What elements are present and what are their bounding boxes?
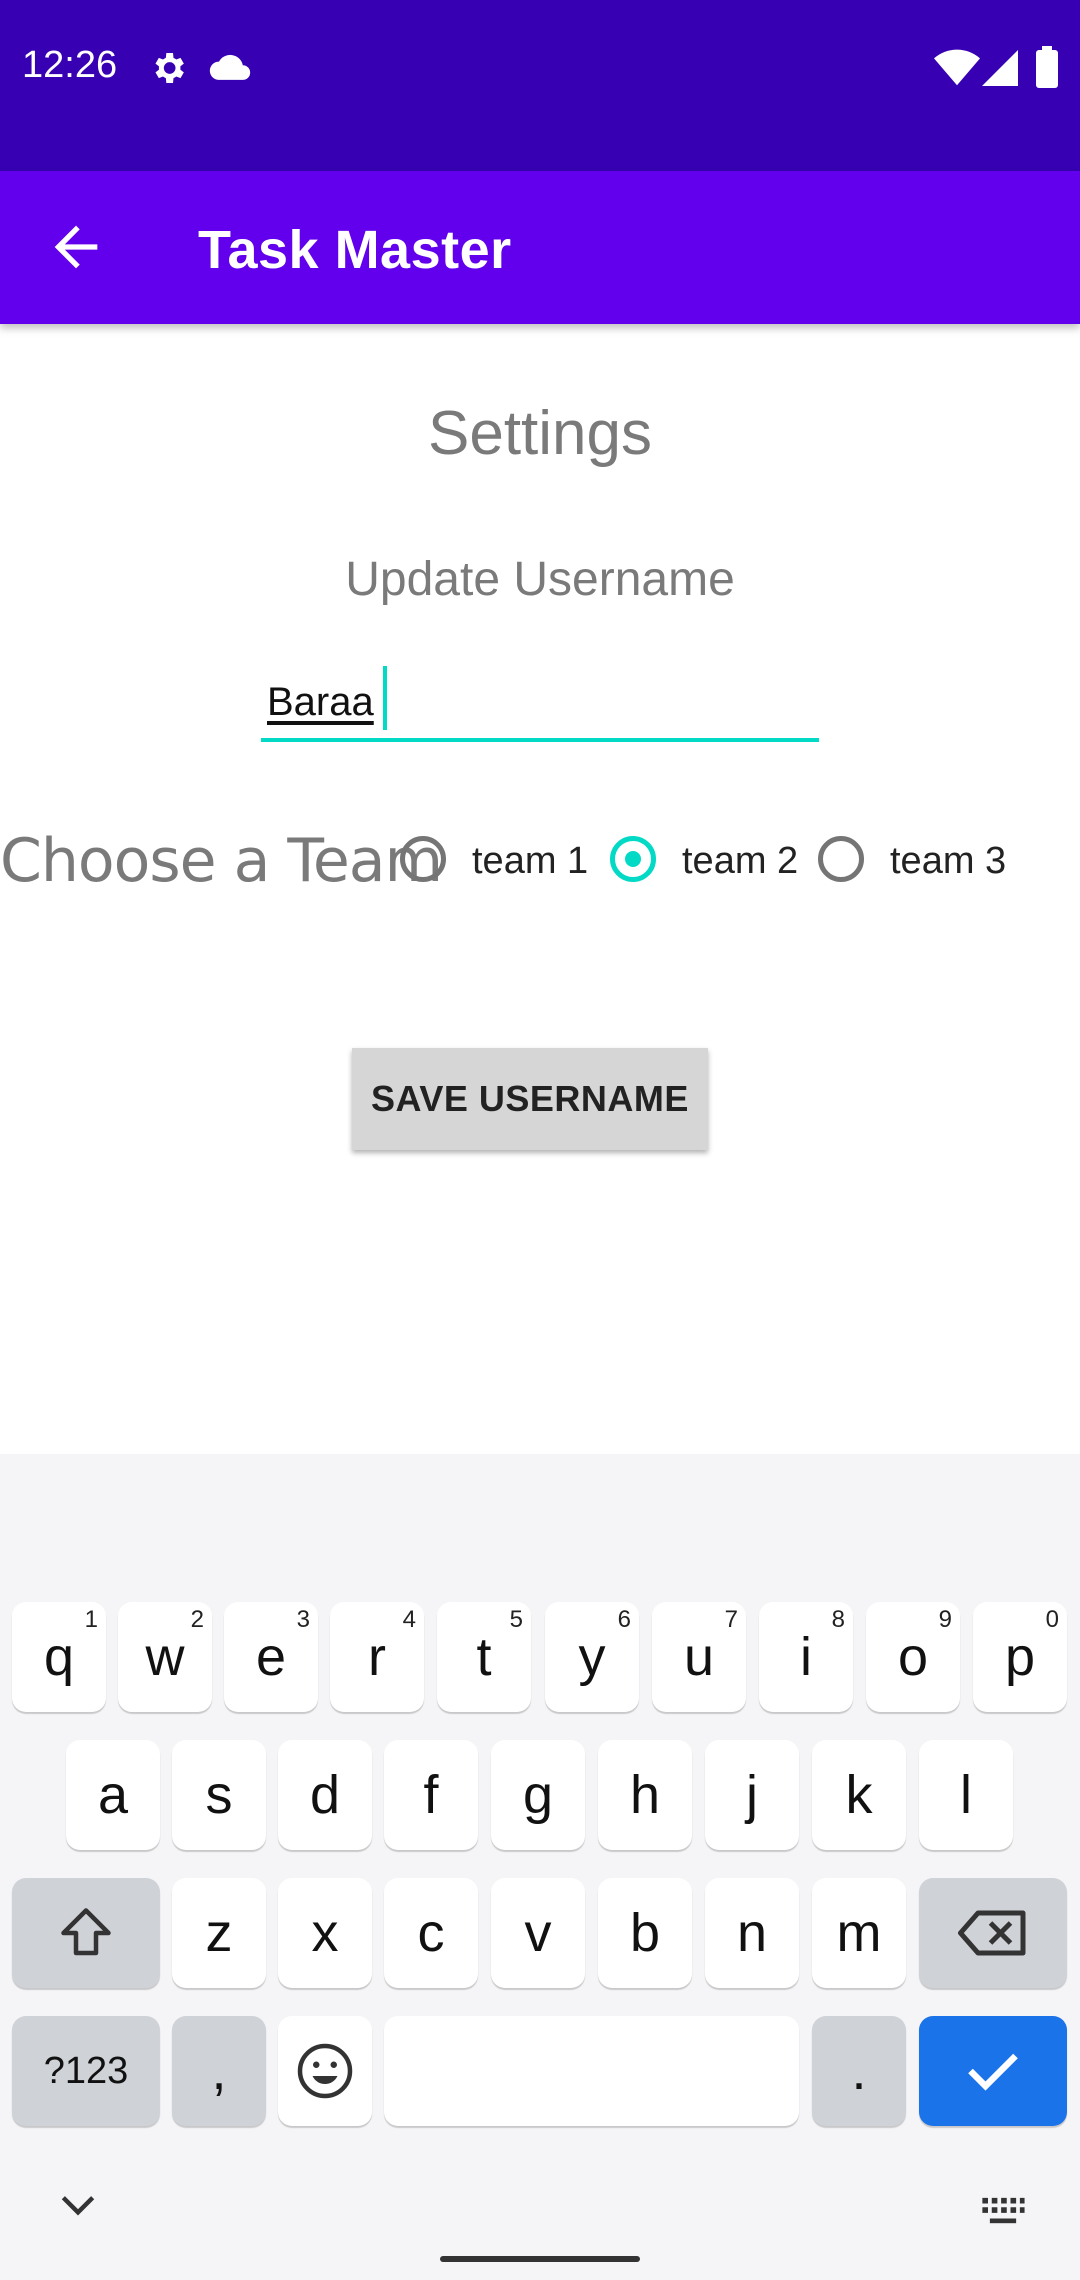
key-v[interactable]: v [491,1878,585,1988]
key-a[interactable]: a [66,1740,160,1850]
key-i[interactable]: i8 [759,1602,853,1712]
status-bar: 12:26 [0,0,1080,171]
key-d[interactable]: d [278,1740,372,1850]
symbols-key[interactable]: ?123 [12,2016,160,2126]
key-s[interactable]: s [172,1740,266,1850]
soft-keyboard [0,1454,1080,2280]
radio-label: team 2 [682,840,799,882]
space-key[interactable] [384,2016,799,2126]
check-icon [968,2053,1018,2091]
app-title: Task Master [198,220,512,280]
username-input[interactable]: Baraa [261,658,819,742]
backspace-key[interactable] [919,1878,1067,1988]
text-cursor [383,666,387,730]
save-username-button[interactable]: SAVE USERNAME [352,1048,708,1150]
signal-icon [982,50,1018,86]
cloud-icon [209,54,251,80]
key-z[interactable]: z [172,1878,266,1988]
key-y[interactable]: y6 [545,1602,639,1712]
key-h[interactable]: h [598,1740,692,1850]
key-f[interactable]: f [384,1740,478,1850]
key-g[interactable]: g [491,1740,585,1850]
shift-key[interactable] [12,1878,160,1988]
choose-team-label: Choose a Team [0,826,443,896]
comma-key[interactable]: , [172,2016,266,2126]
battery-icon [1036,46,1058,88]
key-k[interactable]: k [812,1740,906,1850]
key-o[interactable]: o9 [866,1602,960,1712]
enter-key[interactable] [919,2016,1067,2126]
wifi-icon [934,49,980,86]
page-title: Settings [427,399,653,468]
username-value: Baraa [267,680,374,724]
status-time: 12:26 [22,44,118,86]
team-radio-group: Choose a Team team 1 team 2 team 3 [0,808,1080,908]
key-t[interactable]: t5 [437,1602,531,1712]
emoji-icon [297,2043,353,2099]
arrow-back-icon[interactable] [44,215,108,279]
app-bar: Task Master [0,171,1080,324]
key-l[interactable]: l [919,1740,1013,1850]
key-m[interactable]: m [812,1878,906,1988]
radio-checked-icon [610,836,656,882]
emoji-key[interactable] [278,2016,372,2126]
key-b[interactable]: b [598,1878,692,1988]
key-p[interactable]: p0 [973,1602,1067,1712]
key-u[interactable]: u7 [652,1602,746,1712]
period-key[interactable]: . [812,2016,906,2126]
key-x[interactable]: x [278,1878,372,1988]
backspace-icon [958,1910,1026,1956]
key-w[interactable]: w2 [118,1602,212,1712]
radio-unchecked-icon [818,836,864,882]
shift-icon [61,1908,111,1956]
key-r[interactable]: r4 [330,1602,424,1712]
radio-unchecked-icon [400,836,446,882]
key-e[interactable]: e3 [224,1602,318,1712]
key-c[interactable]: c [384,1878,478,1988]
gear-icon [155,53,184,83]
update-username-label: Update Username [345,553,735,606]
radio-label: team 1 [472,840,589,882]
radio-label: team 3 [890,840,1007,882]
key-q[interactable]: q1 [12,1602,106,1712]
keyboard-icon[interactable] [980,2196,1026,2226]
home-indicator[interactable] [440,2256,640,2262]
key-j[interactable]: j [705,1740,799,1850]
chevron-down-icon[interactable] [56,2190,100,2220]
key-n[interactable]: n [705,1878,799,1988]
